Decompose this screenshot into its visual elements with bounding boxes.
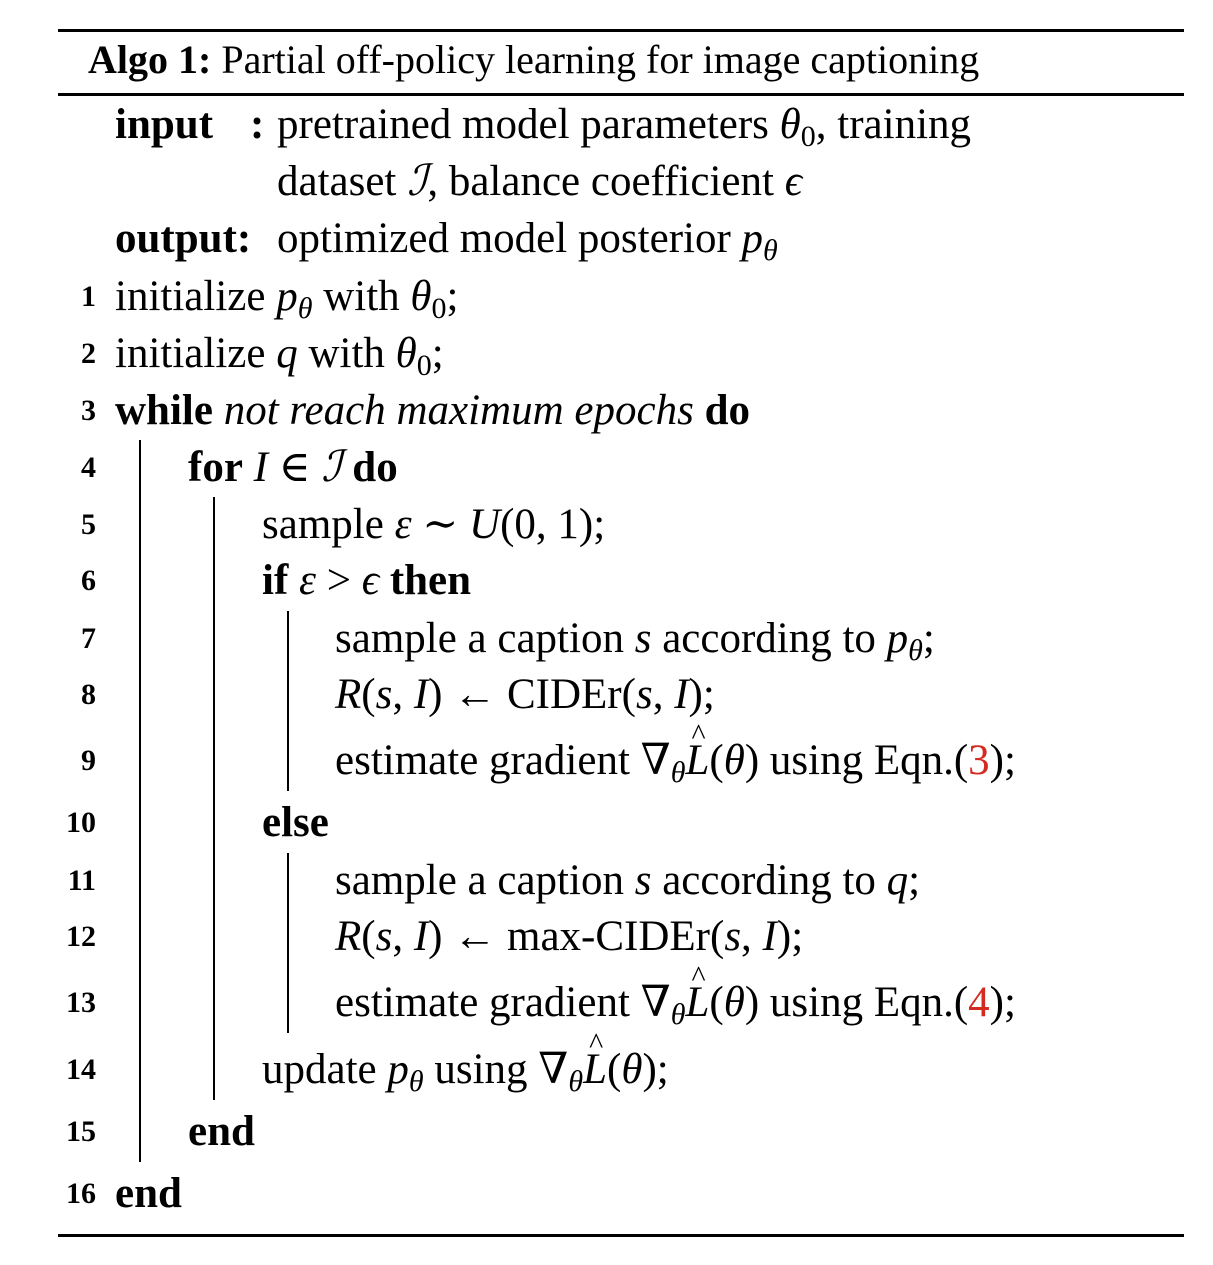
line-number: 3 — [81, 394, 96, 427]
output-row: output: optimized model posterior pθ — [0, 214, 1213, 267]
algo-line-12: 12 R(s, I) ← max-CIDEr(s, I); — [0, 912, 1213, 962]
eqn-ref-3[interactable]: 3 — [968, 737, 990, 784]
input-line-2: dataset ℐ, balance coefficient ϵ — [277, 158, 803, 205]
line-text: end — [188, 1108, 255, 1155]
line-number: 9 — [81, 744, 96, 777]
caption-rule — [58, 93, 1184, 96]
line-text: else — [262, 799, 329, 846]
line-text: update pθ using ∇θL(θ); — [262, 1019, 669, 1107]
algo-line-11: 11 sample a caption s according to q; — [0, 856, 1213, 906]
line-text: R(s, I) ← CIDEr(s, I); — [335, 671, 715, 718]
line-text: sample a caption s according to q; — [335, 857, 921, 904]
line-text: end — [115, 1170, 182, 1217]
then-block-bar — [287, 611, 289, 791]
algo-line-1: 1 initialize pθ with θ0; — [0, 272, 1213, 325]
line-text: while not reach maximum epochs do — [115, 387, 750, 434]
algo-line-8: 8 R(s, I) ← CIDEr(s, I); — [0, 670, 1213, 720]
input-label: input — [115, 101, 214, 148]
line-number: 16 — [66, 1177, 96, 1210]
input-colon: : — [250, 101, 265, 148]
line-text: initialize q with θ0; — [115, 330, 444, 382]
caption-title: Partial off-policy learning for image ca… — [221, 37, 980, 82]
line-number: 15 — [66, 1115, 96, 1148]
line-text: sample ε ∼ U(0, 1); — [262, 501, 606, 548]
line-text: estimate gradient ∇θL(θ) using Eqn.(4); — [335, 952, 1016, 1040]
bottom-rule — [58, 1234, 1184, 1237]
algo-line-15: 15 end — [0, 1107, 1213, 1157]
line-number: 10 — [66, 806, 96, 839]
algo-line-4: 4 for I ∈ ℐ do — [0, 443, 1213, 493]
line-text: sample a caption s according to pθ; — [335, 615, 935, 667]
algo-line-13: 13 estimate gradient ∇θL(θ) using Eqn.(4… — [0, 952, 1213, 1031]
output-text: optimized model posterior pθ — [277, 215, 778, 267]
line-text: R(s, I) ← max-CIDEr(s, I); — [335, 913, 804, 960]
algo-line-16: 16 end — [0, 1169, 1213, 1219]
line-text: if ε > ϵ then — [262, 557, 472, 604]
line-text: for I ∈ ℐ do — [188, 444, 398, 491]
line-number: 6 — [81, 564, 96, 597]
while-block-bar — [139, 440, 141, 1162]
algo-line-10: 10 else — [0, 798, 1213, 848]
line-text: estimate gradient ∇θL(θ) using Eqn.(3); — [335, 710, 1016, 798]
algo-line-5: 5 sample ε ∼ U(0, 1); — [0, 500, 1213, 550]
input-row: input : pretrained model parameters θ0, … — [0, 100, 1213, 153]
top-rule — [58, 29, 1184, 32]
output-label: output: — [115, 215, 252, 262]
else-block-bar — [287, 853, 289, 1033]
line-number: 5 — [81, 508, 96, 541]
line-number: 7 — [81, 622, 96, 655]
line-number: 2 — [81, 337, 96, 370]
for-block-bar — [213, 497, 215, 1100]
line-text: initialize pθ with θ0; — [115, 273, 459, 325]
line-number: 1 — [81, 280, 96, 313]
caption-label: Algo 1: — [88, 37, 212, 82]
algo-line-3: 3 while not reach maximum epochs do — [0, 386, 1213, 436]
algorithm-caption: Algo 1: Partial off-policy learning for … — [88, 36, 979, 84]
algo-line-6: 6 if ε > ϵ then — [0, 556, 1213, 606]
line-number: 12 — [66, 920, 96, 953]
line-number: 13 — [66, 986, 96, 1019]
input-line-1: pretrained model parameters θ0, training — [277, 101, 972, 153]
input-row-2: dataset ℐ, balance coefficient ϵ — [0, 157, 1213, 207]
algo-line-2: 2 initialize q with θ0; — [0, 329, 1213, 382]
eqn-ref-4[interactable]: 4 — [968, 979, 990, 1026]
algo-line-14: 14 update pθ using ∇θL(θ); — [0, 1019, 1213, 1098]
line-number: 8 — [81, 678, 96, 711]
line-number: 11 — [67, 864, 96, 897]
algo-line-7: 7 sample a caption s according to pθ; — [0, 614, 1213, 667]
line-number: 4 — [81, 451, 96, 484]
algo-line-9: 9 estimate gradient ∇θL(θ) using Eqn.(3)… — [0, 710, 1213, 789]
line-number: 14 — [66, 1053, 96, 1086]
